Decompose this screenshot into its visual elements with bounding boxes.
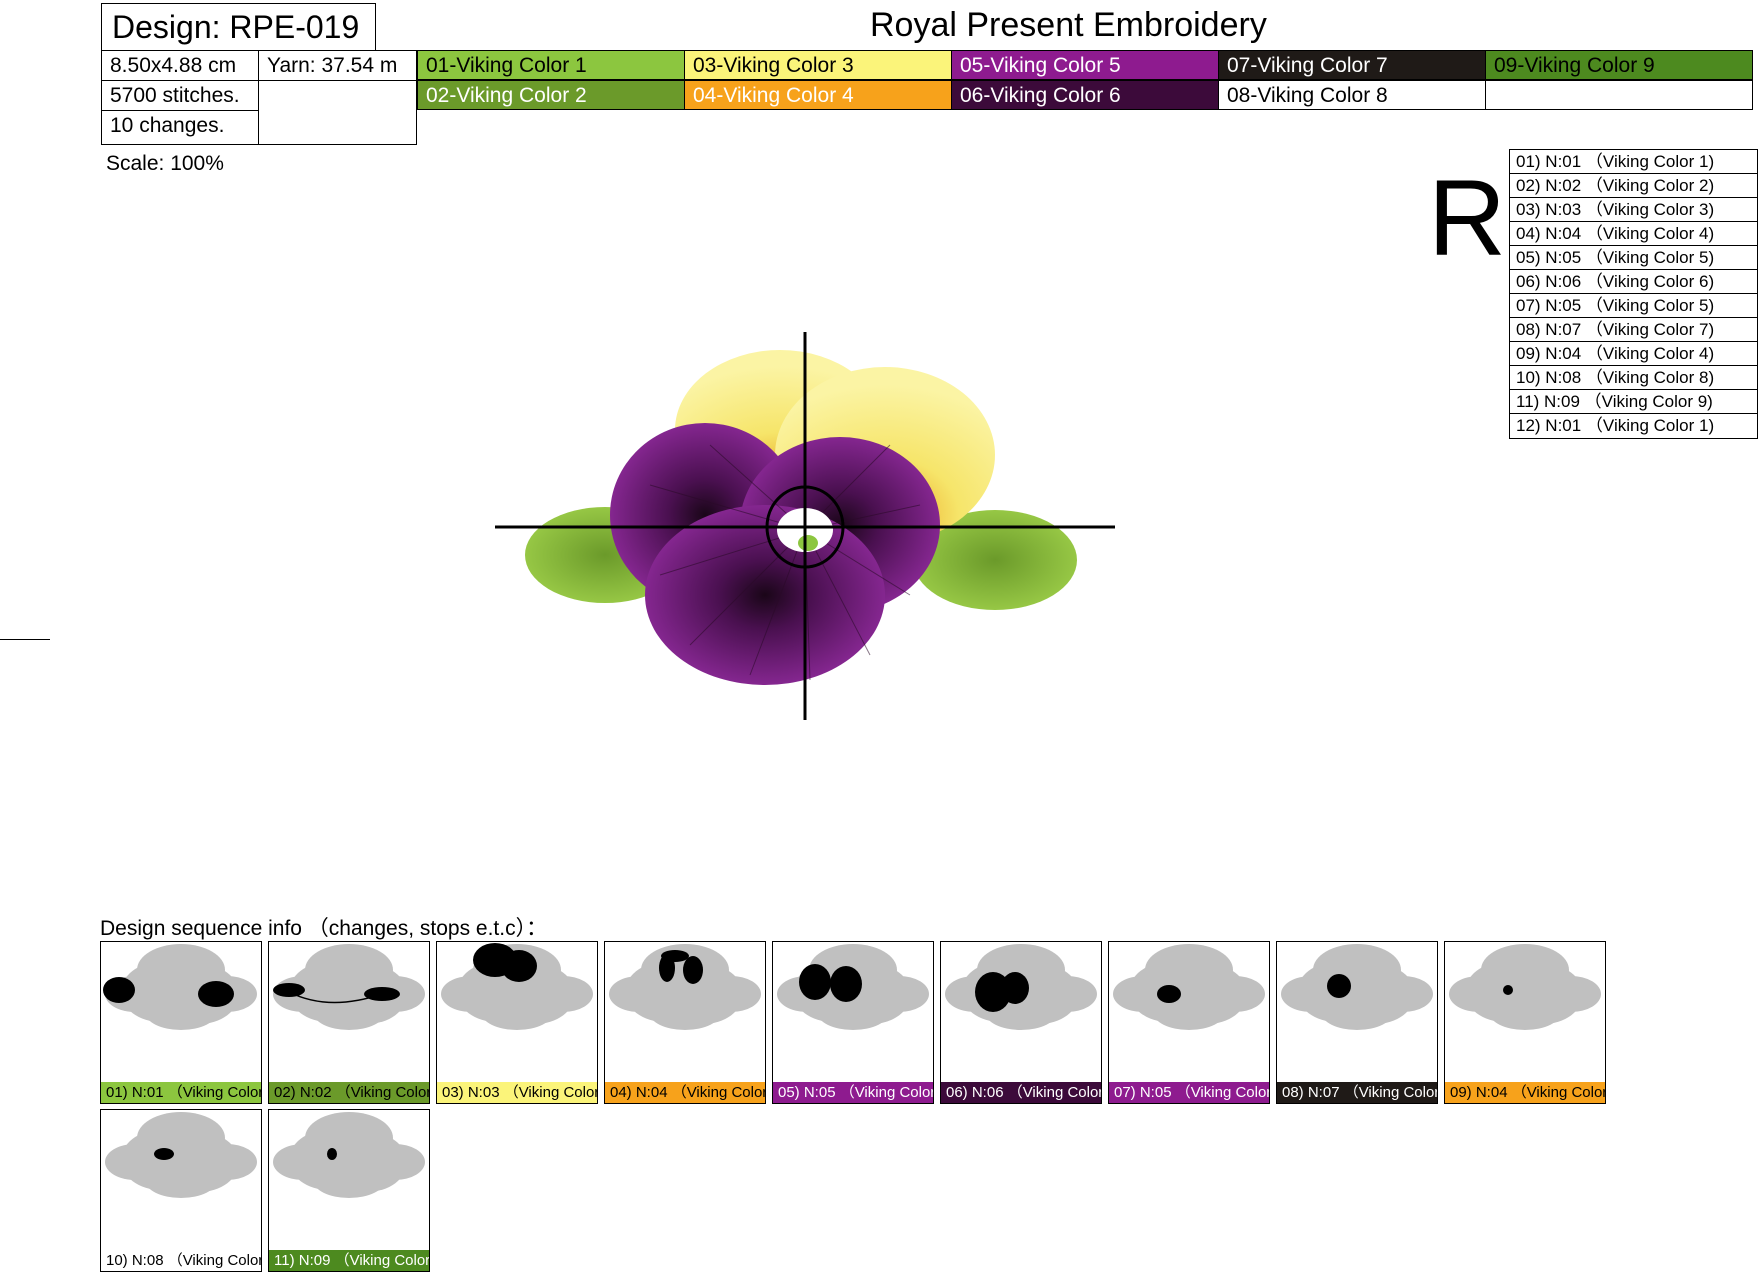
stitch-block-mark xyxy=(103,977,135,1003)
stitch-block-mark xyxy=(501,950,537,982)
stop-row: 10) N:08 （Viking Color 8) xyxy=(1510,366,1757,390)
stop-row: 08) N:07 （Viking Color 7) xyxy=(1510,318,1757,342)
center-blob-icon xyxy=(105,1112,257,1198)
upper-petals-icon xyxy=(441,943,593,1030)
sequence-thumb-label: 09) N:04 （Viking Color 4) xyxy=(1445,1082,1605,1103)
design-silhouette xyxy=(273,1112,425,1198)
stop-row: 06) N:06 （Viking Color 6) xyxy=(1510,270,1757,294)
sequence-thumb: 03) N:03 （Viking Color 3) xyxy=(436,941,598,1104)
color-chip-4: 04-Viking Color 4 xyxy=(684,80,952,110)
stitch-block-mark xyxy=(327,1148,337,1160)
size-cell: 8.50x4.88 cm xyxy=(101,50,259,81)
leaves-icon xyxy=(103,944,257,1030)
yarn-cell: Yarn: 37.54 m xyxy=(258,50,417,81)
flower-center-dot xyxy=(798,535,818,551)
color-chip-9: 09-Viking Color 9 xyxy=(1485,50,1753,80)
center-dot-icon xyxy=(1449,944,1601,1030)
stop-row: 03) N:03 （Viking Color 3) xyxy=(1510,198,1757,222)
stitch-block-mark xyxy=(198,981,234,1007)
stop-row: 12) N:01 （Viking Color 1) xyxy=(1516,416,1715,435)
stitch-block-mark xyxy=(1327,974,1351,998)
sequence-thumb-label: 03) N:03 （Viking Color 3) xyxy=(437,1082,597,1103)
sequence-thumb-label: 10) N:08 （Viking Color 8) xyxy=(101,1250,261,1271)
corner-letter: R xyxy=(1428,157,1506,278)
stop-row: 04) N:04 （Viking Color 4) xyxy=(1510,222,1757,246)
sequence-thumb-label: 01) N:01 （Viking Color 1) xyxy=(101,1082,261,1103)
stitch-block-mark xyxy=(830,966,862,1002)
design-title: Design: RPE-019 xyxy=(101,3,376,50)
sequence-thumb: 04) N:04 （Viking Color 4) xyxy=(604,941,766,1104)
sequence-thumb: 02) N:02 （Viking Color 2) xyxy=(268,941,430,1104)
sequence-thumb: 01) N:01 （Viking Color 1) xyxy=(100,941,262,1104)
stop-row: 05) N:05 （Viking Color 5) xyxy=(1510,246,1757,270)
changes-cell: 10 changes. xyxy=(101,110,259,145)
lower-petal-rays-icon xyxy=(945,944,1097,1030)
sequence-thumb-label: 05) N:05 （Viking Color 5) xyxy=(773,1082,933,1103)
design-silhouette xyxy=(1449,944,1601,1030)
blank-cell xyxy=(258,80,417,145)
center-small-dot-icon xyxy=(273,1112,425,1198)
stop-row: 02) N:02 （Viking Color 2) xyxy=(1510,174,1757,198)
sequence-thumb: 08) N:07 （Viking Color 7) xyxy=(1276,941,1438,1104)
stitch-block-mark xyxy=(1001,972,1029,1004)
sequence-thumb-label: 04) N:04 （Viking Color 4) xyxy=(605,1082,765,1103)
sequence-thumb: 07) N:05 （Viking Color 5) xyxy=(1108,941,1270,1104)
color-chip-6: 06-Viking Color 6 xyxy=(951,80,1219,110)
upper-petal-rays-icon xyxy=(609,944,761,1030)
center-rays-icon xyxy=(1113,944,1265,1030)
leaf-veins-icon xyxy=(273,944,425,1030)
center-dark-rays-icon xyxy=(1281,944,1433,1030)
app-title: Royal Present Embroidery xyxy=(870,6,1267,44)
stitch-block-mark xyxy=(661,950,689,962)
sequence-thumb: 09) N:04 （Viking Color 4) xyxy=(1444,941,1606,1104)
stitches-cell: 5700 stitches. xyxy=(101,80,259,111)
color-chip-2: 02-Viking Color 2 xyxy=(417,80,685,110)
design-silhouette xyxy=(1113,944,1265,1030)
design-silhouette xyxy=(105,1112,257,1198)
stitch-block-mark xyxy=(1503,985,1513,995)
stop-row: 09) N:04 （Viking Color 4) xyxy=(1510,342,1757,366)
sequence-title: Design sequence info （changes, stops e.t… xyxy=(100,917,548,940)
stitch-block-mark xyxy=(799,964,831,1000)
color-chip-7: 07-Viking Color 7 xyxy=(1218,50,1486,80)
sequence-thumb-label: 11) N:09 （Viking Color 9) xyxy=(269,1250,429,1271)
stop-list: 01) N:01 （Viking Color 1) 02) N:02 （Vikin… xyxy=(1509,149,1758,439)
color-chip-5: 05-Viking Color 5 xyxy=(951,50,1219,80)
sequence-thumb-label: 07) N:05 （Viking Color 5) xyxy=(1109,1082,1269,1103)
sequence-thumb-label: 08) N:07 （Viking Color 7) xyxy=(1277,1082,1437,1103)
sequence-thumb-label: 02) N:02 （Viking Color 2) xyxy=(269,1082,429,1103)
stitch-block-mark xyxy=(683,956,703,984)
sequence-thumb: 11) N:09 （Viking Color 9) xyxy=(268,1109,430,1272)
lower-petal-shape xyxy=(645,505,885,685)
color-chip-1: 01-Viking Color 1 xyxy=(417,50,685,80)
embroidery-preview xyxy=(495,332,1115,720)
color-chip-3: 03-Viking Color 3 xyxy=(684,50,952,80)
color-chip-8: 08-Viking Color 8 xyxy=(1218,80,1486,110)
side-petals-icon xyxy=(777,944,929,1030)
stop-row: 11) N:09 （Viking Color 9) xyxy=(1510,390,1757,414)
scale-label: Scale: 100% xyxy=(106,152,224,175)
sequence-thumb: 05) N:05 （Viking Color 5) xyxy=(772,941,934,1104)
design-silhouette xyxy=(1281,944,1433,1030)
stop-row: 07) N:05 （Viking Color 5) xyxy=(1510,294,1757,318)
margin-mark xyxy=(0,639,50,640)
color-chip-10 xyxy=(1485,80,1753,110)
stitch-block-mark xyxy=(273,983,305,997)
sequence-thumb: 06) N:06 （Viking Color 6) xyxy=(940,941,1102,1104)
sequence-thumb: 10) N:08 （Viking Color 8) xyxy=(100,1109,262,1272)
sequence-thumb-label: 06) N:06 （Viking Color 6) xyxy=(941,1082,1101,1103)
stop-row: 01) N:01 （Viking Color 1) xyxy=(1510,150,1757,174)
stitch-block-mark xyxy=(1157,985,1181,1003)
stitch-block-mark xyxy=(154,1148,174,1160)
